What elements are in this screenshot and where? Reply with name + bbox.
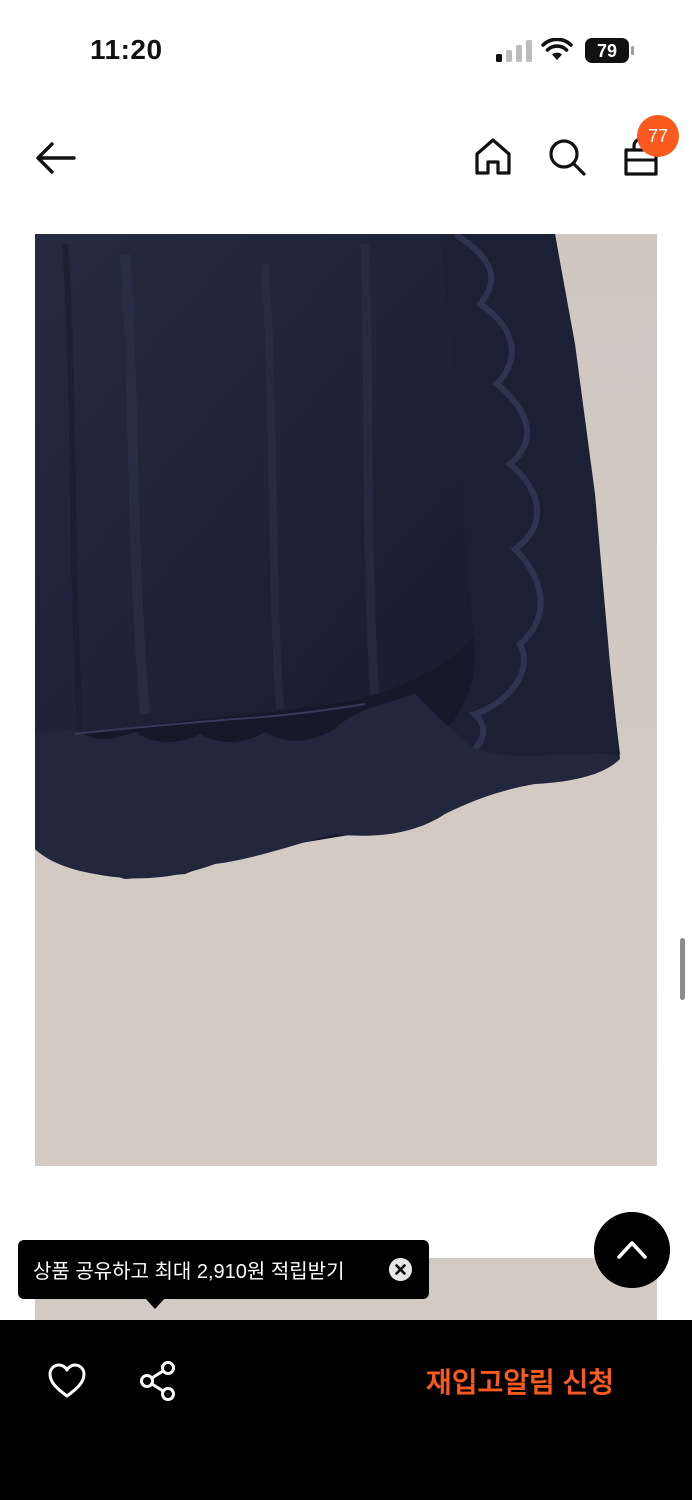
arrow-left-icon[interactable] [30,136,82,180]
product-detail-page: 11:20 79 77 상품 공유하고 최대 2,910원 적립받기 재입고알림… [0,0,692,1500]
heart-icon[interactable] [46,1360,88,1402]
battery-level: 79 [597,41,617,61]
share-reward-tooltip: 상품 공유하고 최대 2,910원 적립받기 [18,1240,429,1299]
scrollbar[interactable] [680,938,685,1000]
close-circle-icon[interactable] [389,1258,412,1281]
cart-count-badge: 77 [637,115,679,157]
share-icon[interactable] [138,1360,178,1402]
navy-ruffle-skirt-photo [35,234,657,1166]
battery-icon: 79 [585,38,634,63]
product-image[interactable] [35,234,657,1166]
wifi-icon [541,38,573,60]
top-nav [0,110,692,200]
tooltip-text: 상품 공유하고 최대 2,910원 적립받기 [33,1261,345,1283]
tooltip-arrow [145,1298,165,1309]
scroll-to-top-button[interactable] [594,1212,670,1288]
status-bar: 11:20 79 [0,0,692,100]
status-time: 11:20 [90,34,163,65]
home-icon[interactable] [470,134,516,180]
bottom-action-bar: 재입고알림 신청 [0,1320,692,1500]
search-icon[interactable] [544,134,590,180]
cellular-signal-icon [496,40,532,62]
restock-alert-button[interactable]: 재입고알림 신청 [400,1356,640,1406]
